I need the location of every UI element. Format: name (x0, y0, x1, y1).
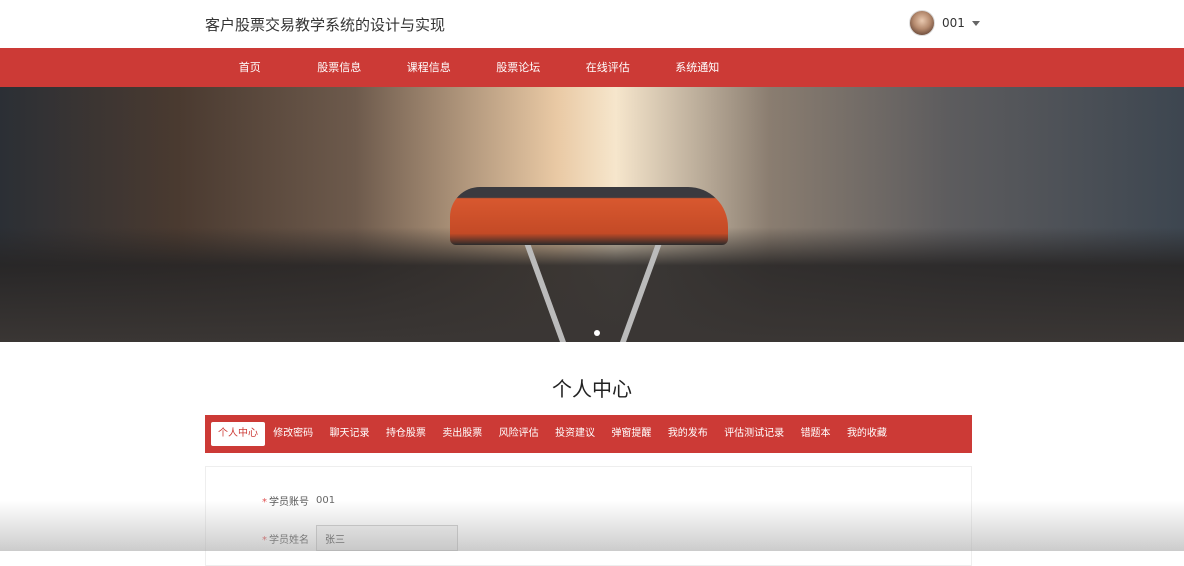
tab-investment-advice[interactable]: 投资建议 (547, 422, 603, 446)
nav-stock-forum[interactable]: 股票论坛 (474, 48, 564, 87)
page-title: 个人中心 (552, 377, 632, 401)
nav-system-notice[interactable]: 系统通知 (653, 48, 743, 87)
rail-decoration (523, 242, 566, 342)
user-menu[interactable]: 001 (909, 10, 980, 36)
tab-sold-stocks[interactable]: 卖出股票 (434, 422, 490, 446)
required-mark: * (262, 534, 267, 546)
tab-risk-assessment[interactable]: 风险评估 (491, 422, 547, 446)
username: 001 (942, 16, 965, 30)
avatar (909, 10, 935, 36)
rail-decoration (620, 242, 663, 342)
tab-my-posts[interactable]: 我的发布 (660, 422, 716, 446)
nav-home[interactable]: 首页 (205, 48, 295, 87)
tab-favorites[interactable]: 我的收藏 (839, 422, 895, 446)
banner-train-image (450, 187, 728, 245)
account-value: 001 (316, 495, 336, 506)
main-nav: 首页 股票信息 课程信息 股票论坛 在线评估 系统通知 (0, 48, 1184, 87)
tab-popup-reminder[interactable]: 弹窗提醒 (603, 422, 659, 446)
account-label-text: 学员账号 (269, 497, 309, 508)
account-row: * 学员账号 001 (206, 493, 335, 508)
site-title: 客户股票交易教学系统的设计与实现 (205, 16, 446, 34)
name-label: * 学员姓名 (206, 531, 316, 546)
tab-profile[interactable]: 个人中心 (211, 422, 265, 446)
nav-stock-info[interactable]: 股票信息 (295, 48, 385, 87)
name-row: * 学员姓名 (206, 525, 458, 551)
account-label: * 学员账号 (206, 493, 316, 508)
profile-tabs: 个人中心 修改密码 聊天记录 持仓股票 卖出股票 风险评估 投资建议 弹窗提醒 … (205, 415, 972, 453)
name-label-text: 学员姓名 (269, 534, 309, 546)
tab-change-password[interactable]: 修改密码 (265, 422, 321, 446)
required-mark: * (262, 497, 267, 508)
tab-chat-history[interactable]: 聊天记录 (321, 422, 377, 446)
carousel-indicators (594, 330, 600, 336)
nav-course-info[interactable]: 课程信息 (384, 48, 474, 87)
tab-holdings[interactable]: 持仓股票 (378, 422, 434, 446)
banner-carousel[interactable] (0, 87, 1184, 342)
tab-test-records[interactable]: 评估测试记录 (716, 422, 792, 446)
tab-wrong-questions[interactable]: 错题本 (792, 422, 838, 446)
name-input[interactable] (316, 525, 458, 551)
caret-down-icon (971, 20, 980, 26)
header: 客户股票交易教学系统的设计与实现 001 (0, 0, 1184, 48)
profile-form: * 学员账号 001 * 学员姓名 (205, 466, 972, 566)
nav-online-assessment[interactable]: 在线评估 (563, 48, 653, 87)
carousel-dot[interactable] (594, 330, 600, 336)
